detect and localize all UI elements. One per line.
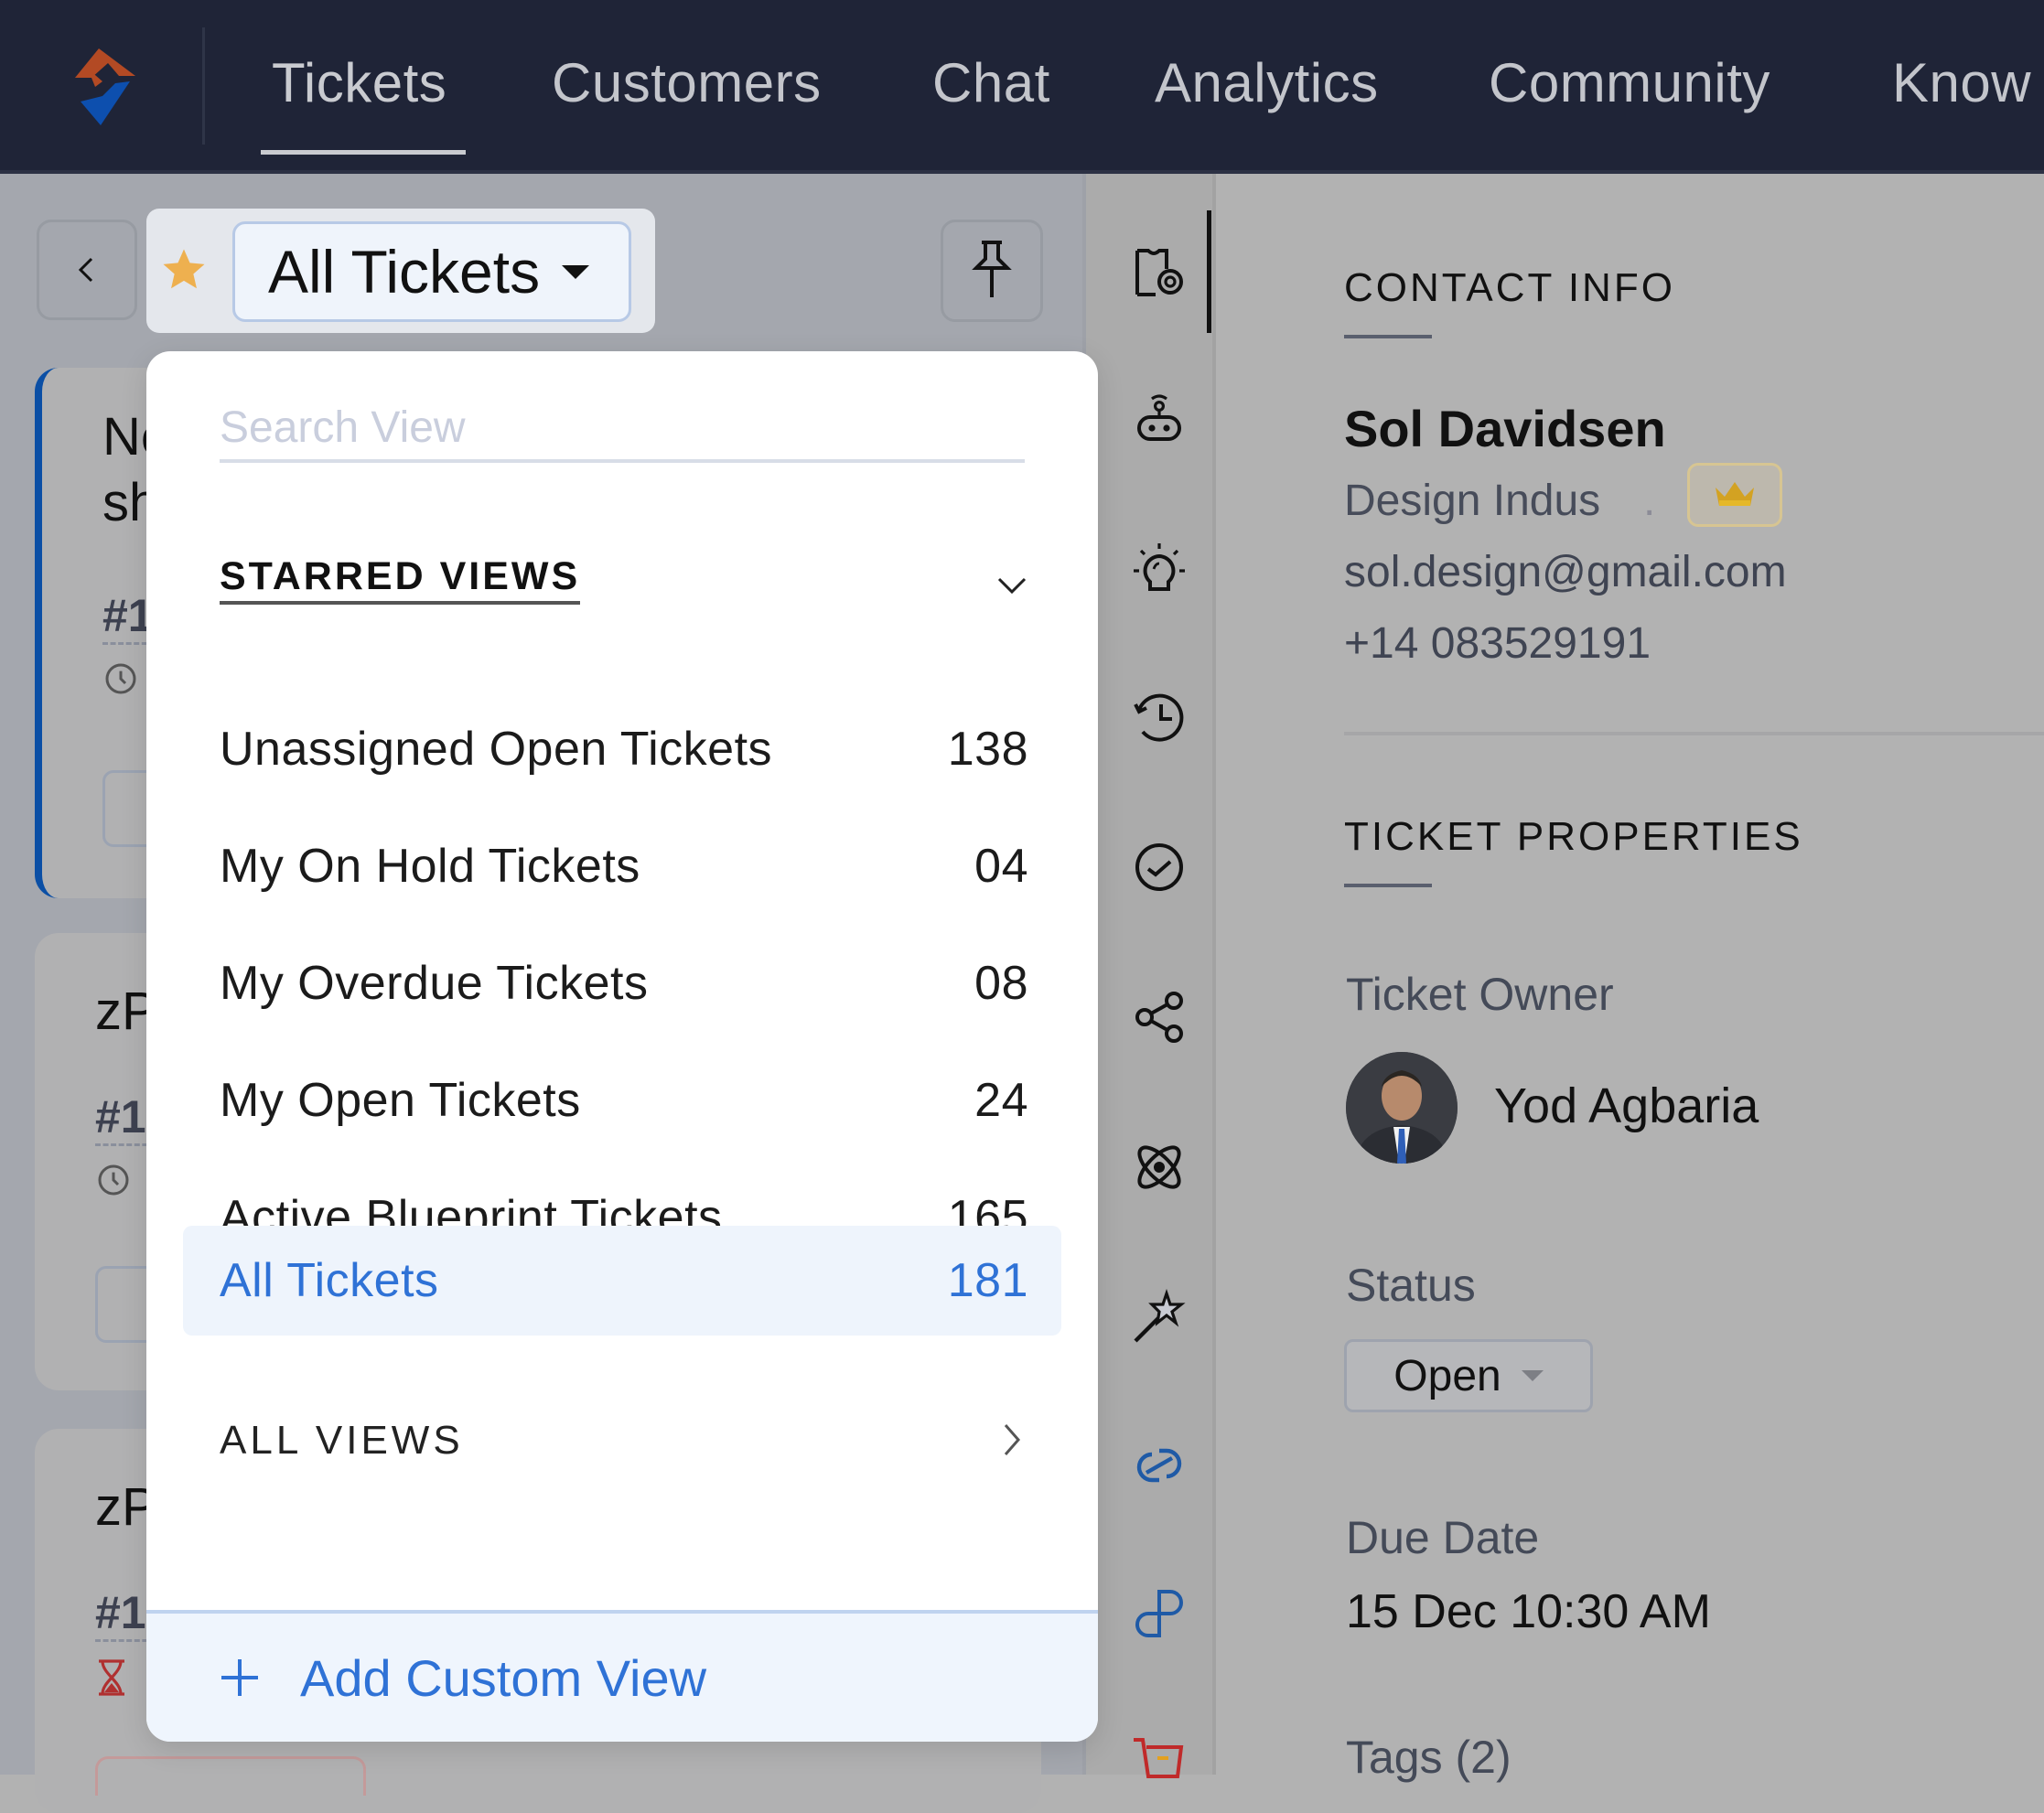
due-date-label: Due Date xyxy=(1346,1512,1540,1563)
nav-tab-community[interactable]: Community xyxy=(1489,51,1770,114)
contact-info-heading: CONTACT INFO xyxy=(1344,265,1675,310)
caret-down-icon xyxy=(1521,1370,1544,1381)
view-selector-dropdown[interactable]: All Tickets xyxy=(232,221,631,322)
overdue-badge xyxy=(95,1756,366,1796)
tags-label: Tags (2) xyxy=(1346,1732,1511,1783)
atom-icon[interactable] xyxy=(1130,1138,1189,1196)
section-underline xyxy=(1344,335,1432,338)
chevron-right-icon[interactable] xyxy=(994,1421,1030,1458)
top-navigation: Tickets Customers Chat Analytics Communi… xyxy=(0,0,2044,174)
ticket-owner-name[interactable]: Yod Agbaria xyxy=(1494,1078,1759,1134)
view-count: 08 xyxy=(974,957,1028,1010)
nav-tab-chat[interactable]: Chat xyxy=(932,51,1050,114)
view-count: 04 xyxy=(974,840,1028,893)
nav-divider xyxy=(202,27,205,145)
back-button[interactable] xyxy=(37,220,137,320)
view-label: Unassigned Open Tickets xyxy=(220,723,773,776)
app-logo[interactable] xyxy=(55,41,146,133)
magic-wand-icon[interactable] xyxy=(1130,1288,1189,1346)
add-custom-view-button[interactable]: Add Custom View xyxy=(146,1610,1098,1742)
view-count: 138 xyxy=(947,723,1028,776)
contact-company[interactable]: Design Indus xyxy=(1344,476,1600,526)
view-count: 181 xyxy=(947,1254,1028,1307)
person-photo-icon xyxy=(1346,1052,1458,1164)
caret-down-icon xyxy=(562,264,590,279)
nav-tab-knowledge[interactable]: Know xyxy=(1892,51,2031,114)
view-label: My Open Tickets xyxy=(220,1074,581,1127)
contact-email[interactable]: sol.design@gmail.com xyxy=(1344,547,1787,597)
ticket-details-pane: CONTACT INFO Sol Davidsen Design Indus .… xyxy=(1216,174,2044,1783)
nav-tab-analytics[interactable]: Analytics xyxy=(1155,51,1379,114)
integration-icon[interactable] xyxy=(1130,1584,1189,1643)
all-views-link[interactable]: ALL VIEWS xyxy=(220,1418,464,1464)
status-dropdown[interactable]: Open xyxy=(1344,1339,1593,1412)
contact-name[interactable]: Sol Davidsen xyxy=(1344,399,1666,458)
section-divider xyxy=(1344,732,2044,735)
pin-button[interactable] xyxy=(941,220,1043,322)
pin-icon xyxy=(972,241,1012,297)
view-selector-container: All Tickets xyxy=(146,209,655,333)
side-icon-rail xyxy=(1082,174,1216,1778)
view-item-my-overdue[interactable]: My Overdue Tickets 08 xyxy=(183,929,1061,1037)
rail-active-indicator xyxy=(1207,210,1211,333)
status-value: Open xyxy=(1393,1351,1501,1400)
view-item-my-open[interactable]: My Open Tickets 24 xyxy=(183,1046,1061,1154)
view-item-unassigned-open[interactable]: Unassigned Open Tickets 138 xyxy=(183,695,1061,803)
view-label: My On Hold Tickets xyxy=(220,840,640,893)
nav-tab-tickets[interactable]: Tickets xyxy=(272,51,446,114)
hourglass-icon xyxy=(99,1659,124,1696)
view-item-all-tickets[interactable]: All Tickets 181 xyxy=(183,1226,1061,1336)
current-view-label: All Tickets xyxy=(268,238,541,306)
ticket-properties-heading: TICKET PROPERTIES xyxy=(1344,814,1803,859)
owner-avatar xyxy=(1346,1052,1458,1164)
cart-icon[interactable] xyxy=(1130,1733,1189,1791)
star-icon[interactable] xyxy=(159,245,209,295)
lightbulb-icon[interactable] xyxy=(1130,540,1189,598)
status-label: Status xyxy=(1346,1260,1476,1311)
vip-badge xyxy=(1687,463,1782,527)
ticket-settings-icon[interactable] xyxy=(1130,243,1189,302)
view-item-my-on-hold[interactable]: My On Hold Tickets 04 xyxy=(183,812,1061,920)
view-label: My Overdue Tickets xyxy=(220,957,649,1010)
search-view-input[interactable] xyxy=(220,395,1025,463)
contact-phone[interactable]: +14 083529191 xyxy=(1344,618,1651,669)
nav-tab-customers[interactable]: Customers xyxy=(552,51,822,114)
due-date-value[interactable]: 15 Dec 10:30 AM xyxy=(1346,1584,1711,1639)
view-count: 24 xyxy=(974,1074,1028,1127)
views-dropdown-popover: STARRED VIEWS Unassigned Open Tickets 13… xyxy=(146,351,1098,1742)
plus-icon xyxy=(221,1659,258,1696)
chevron-left-icon xyxy=(78,257,93,283)
bot-icon[interactable] xyxy=(1130,392,1189,450)
check-circle-icon[interactable] xyxy=(1130,838,1189,896)
active-tab-indicator xyxy=(261,150,466,155)
add-custom-view-label: Add Custom View xyxy=(300,1648,707,1707)
clock-icon xyxy=(105,663,136,694)
starred-views-heading[interactable]: STARRED VIEWS xyxy=(220,554,581,605)
separator-dot: . xyxy=(1643,477,1656,525)
share-icon[interactable] xyxy=(1130,988,1189,1046)
history-icon[interactable] xyxy=(1130,688,1189,746)
view-label: All Tickets xyxy=(220,1254,439,1307)
crown-icon xyxy=(1716,482,1754,506)
section-underline xyxy=(1344,884,1432,887)
chevron-down-icon[interactable] xyxy=(994,567,1030,604)
zoho-link-icon[interactable] xyxy=(1130,1436,1189,1495)
clock-icon xyxy=(98,1164,129,1196)
ticket-owner-label: Ticket Owner xyxy=(1346,969,1614,1020)
